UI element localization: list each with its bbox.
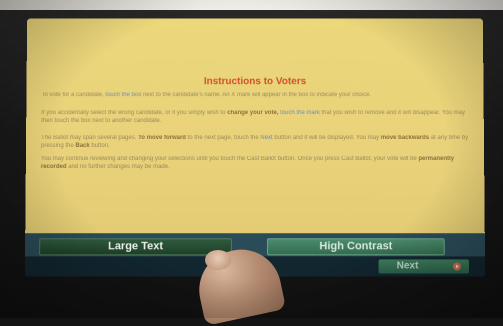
instruction-text: To vote for a candidate, [41,92,104,99]
fingertip [205,250,231,270]
instruction-text: button and it will be displayed. You may [274,135,380,142]
instructions-title: Instructions to Voters [203,76,307,88]
instruction-text: You may continue reviewing and changing … [40,155,417,162]
instruction-text: next to the candidate's name. An X mark … [142,92,372,99]
large-text-button[interactable]: Large Text [39,238,232,256]
instruction-text: If you accidentally select the wrong can… [41,110,226,117]
instruction-highlight: touch the box [105,92,142,99]
instruction-paragraph-4: You may continue reviewing and changing … [41,156,471,171]
instruction-text: button. [91,142,110,149]
instruction-paragraph-1: To vote for a candidate, touch the box n… [41,92,470,99]
instruction-emphasis: change your vote, [227,110,279,117]
background-wall [0,0,503,10]
instructions-panel: Instructions to Voters To vote for a can… [25,18,485,234]
instruction-text: The Ballot may span several pages. [41,135,137,142]
instruction-highlight: Next [260,135,273,142]
instruction-text: to the next page, touch the [187,135,259,142]
instruction-paragraph-2: If you accidentally select the wrong can… [41,110,471,125]
arrow-right-icon [452,262,461,271]
instruction-emphasis: move backwards [380,135,430,142]
instruction-text: and no further changes may be made. [68,163,170,170]
next-button-label: Next [396,260,419,272]
high-contrast-button[interactable]: High Contrast [267,238,445,256]
instruction-paragraph-3: The Ballot may span several pages. To mo… [41,135,471,150]
voting-screen: Instructions to Voters To vote for a can… [24,18,486,277]
instruction-emphasis: Back [75,142,90,149]
next-button[interactable]: Next [378,259,470,274]
instruction-highlight: touch the mark [280,110,320,117]
instruction-emphasis: To move forward [138,135,187,142]
